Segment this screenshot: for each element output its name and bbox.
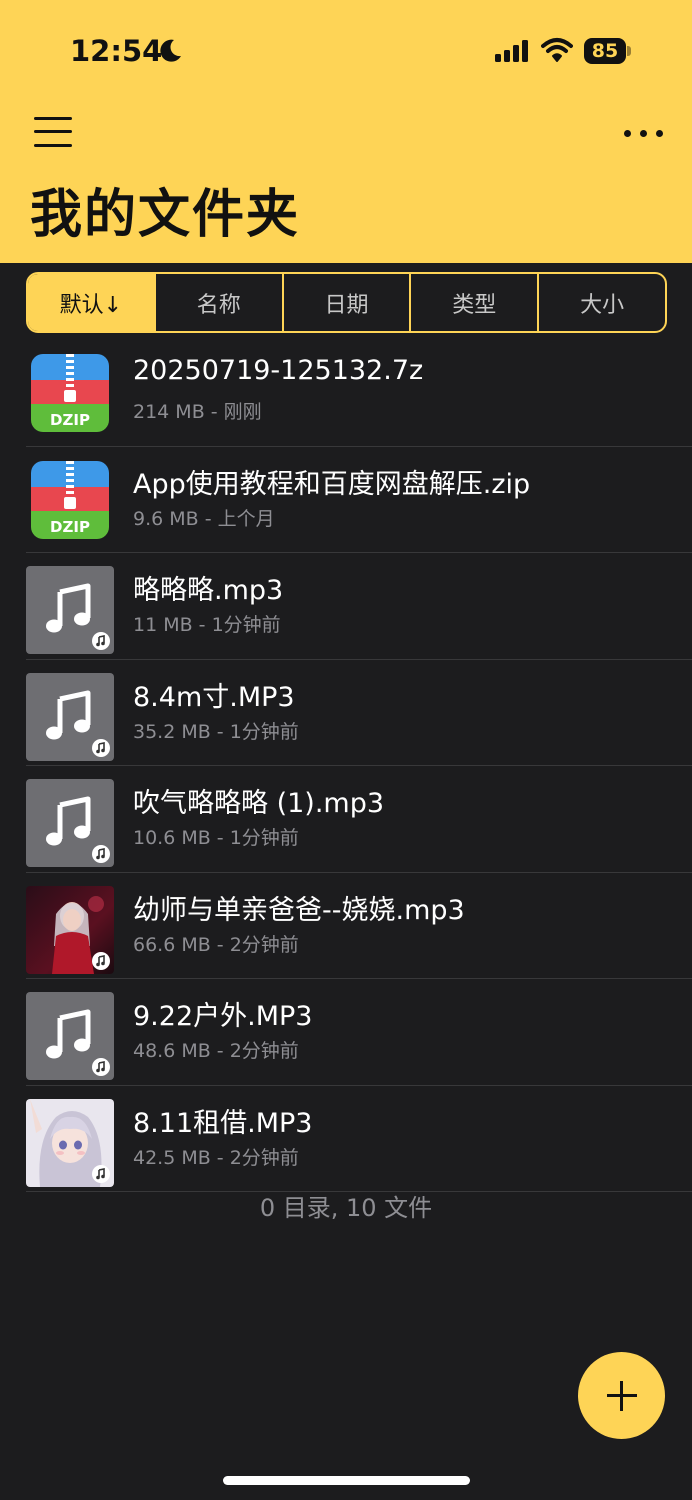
file-row[interactable]: 8.11租借.MP3 42.5 MB - 2分钟前 — [26, 1086, 692, 1192]
file-row[interactable]: DZIP App使用教程和百度网盘解压.zip 9.6 MB - 上个月 — [26, 447, 692, 553]
page-title: 我的文件夹 — [30, 185, 301, 245]
status-bar: 12:54 85 — [0, 0, 692, 100]
zip-archive-icon: DZIP — [31, 460, 109, 539]
file-list: DZIP 20250719-125132.7z 214 MB - 刚刚 DZIP… — [26, 340, 692, 1192]
wifi-icon — [541, 38, 573, 62]
sort-tab-name[interactable]: 名称 — [153, 274, 282, 331]
sort-tab-size[interactable]: 大小 — [537, 274, 665, 331]
file-row[interactable]: 吹气略略略 (1).mp3 10.6 MB - 1分钟前 — [26, 766, 692, 873]
music-note-icon — [26, 672, 114, 761]
app-header: 12:54 85 我的文件夹 — [0, 0, 692, 263]
moon-icon — [160, 39, 181, 62]
audio-badge-icon — [92, 845, 110, 863]
file-name: 20250719-125132.7z — [133, 355, 424, 386]
file-row[interactable]: 9.22户外.MP3 48.6 MB - 2分钟前 — [26, 979, 692, 1086]
audio-badge-icon — [92, 1058, 110, 1076]
file-name: 9.22户外.MP3 — [133, 1001, 313, 1032]
file-name: 幼师与单亲爸爸--娆娆.mp3 — [133, 894, 465, 926]
file-name: 8.4m寸.MP3 — [133, 681, 295, 713]
file-name: 8.11租借.MP3 — [133, 1107, 313, 1139]
sort-tab-default[interactable]: 默认↓ — [28, 274, 154, 331]
music-note-icon — [26, 779, 114, 867]
file-row[interactable]: 略略略.mp3 11 MB - 1分钟前 — [26, 553, 692, 660]
add-button[interactable] — [578, 1352, 665, 1439]
album-art-thumbnail — [26, 885, 114, 974]
file-meta: 48.6 MB - 2分钟前 — [133, 1040, 299, 1062]
menu-button[interactable] — [34, 114, 74, 150]
file-meta: 42.5 MB - 2分钟前 — [133, 1146, 299, 1169]
status-time: 12:54 — [70, 34, 163, 68]
file-meta: 214 MB - 刚刚 — [133, 401, 262, 423]
folder-summary: 0 目录, 10 文件 — [259, 1194, 433, 1222]
file-name: 吹气略略略 (1).mp3 — [133, 788, 385, 819]
music-note-icon — [26, 566, 114, 654]
audio-badge-icon — [92, 951, 110, 970]
file-meta: 66.6 MB - 2分钟前 — [133, 933, 299, 956]
file-meta: 9.6 MB - 上个月 — [133, 507, 275, 530]
file-row[interactable]: 幼师与单亲爸爸--娆娆.mp3 66.6 MB - 2分钟前 — [26, 873, 692, 979]
battery-indicator: 85 — [584, 38, 626, 64]
file-meta: 11 MB - 1分钟前 — [133, 614, 281, 636]
sort-segmented-control: 默认↓ 名称 日期 类型 大小 — [26, 272, 667, 333]
audio-badge-icon — [92, 1164, 110, 1183]
file-meta: 35.2 MB - 1分钟前 — [133, 720, 299, 743]
file-row[interactable]: DZIP 20250719-125132.7z 214 MB - 刚刚 — [26, 340, 692, 447]
dzip-label: DZIP — [50, 411, 90, 429]
battery-tip — [627, 46, 631, 56]
sort-tab-date[interactable]: 日期 — [281, 274, 410, 331]
home-indicator[interactable] — [223, 1476, 470, 1485]
zip-archive-icon: DZIP — [31, 354, 109, 432]
album-art-thumbnail — [26, 1098, 114, 1187]
file-meta: 10.6 MB - 1分钟前 — [133, 827, 299, 849]
cellular-signal-icon — [495, 40, 528, 62]
music-note-icon — [26, 992, 114, 1080]
sort-tab-type[interactable]: 类型 — [409, 274, 537, 331]
audio-badge-icon — [92, 632, 110, 650]
audio-badge-icon — [92, 738, 110, 757]
file-row[interactable]: 8.4m寸.MP3 35.2 MB - 1分钟前 — [26, 660, 692, 766]
dzip-label: DZIP — [50, 518, 90, 536]
more-options-button[interactable] — [622, 120, 664, 144]
file-name: 略略略.mp3 — [133, 575, 284, 606]
file-name: App使用教程和百度网盘解压.zip — [133, 468, 531, 500]
